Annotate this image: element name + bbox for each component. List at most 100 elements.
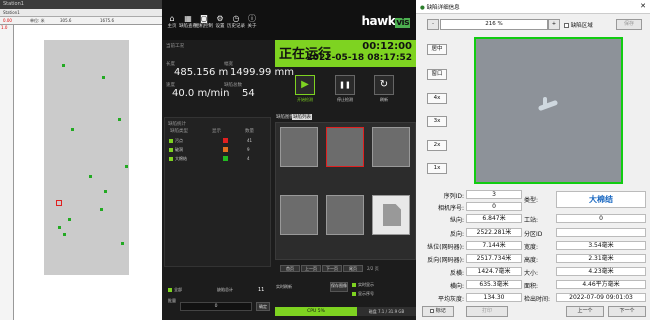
zoom-center-button[interactable]: 居中 bbox=[427, 44, 447, 55]
start-label: 开始检测 bbox=[297, 97, 313, 102]
map-tab[interactable]: Station1 bbox=[0, 9, 162, 17]
field-value: 0 bbox=[466, 202, 522, 211]
defect-thumbnail[interactable] bbox=[326, 195, 364, 235]
stop-label: 停止检测 bbox=[337, 97, 353, 102]
color-swatch[interactable] bbox=[223, 156, 228, 161]
defect-marker[interactable] bbox=[121, 242, 124, 245]
save-button[interactable]: 保存 bbox=[616, 19, 642, 30]
checkbox[interactable] bbox=[169, 139, 173, 143]
stats-row[interactable]: 破洞 bbox=[169, 147, 183, 153]
defects-value: 54 bbox=[242, 88, 255, 99]
zoom-field[interactable]: 216 % bbox=[440, 19, 548, 30]
option-live[interactable]: 实时显示 bbox=[352, 282, 374, 288]
defect-marker[interactable] bbox=[89, 175, 92, 178]
stats-header-count: 数量 bbox=[245, 129, 254, 134]
speed-value: 40.0 m/min bbox=[172, 88, 230, 99]
batch-input[interactable]: 0 bbox=[180, 302, 252, 311]
defect-marker[interactable] bbox=[58, 226, 61, 229]
defect-area-check[interactable]: 缺陷区域 bbox=[564, 21, 593, 29]
field-value: 2.31毫米 bbox=[556, 254, 646, 263]
defect-marker[interactable] bbox=[118, 118, 121, 121]
field-label: 纵位(网码器): bbox=[427, 244, 464, 251]
print-button[interactable]: 打印 bbox=[466, 306, 508, 317]
map-plot-area[interactable] bbox=[14, 25, 162, 320]
defect-marker[interactable] bbox=[62, 64, 65, 67]
field-label: 平均灰度: bbox=[437, 296, 464, 303]
zoom-2x-button[interactable]: 2x bbox=[427, 140, 447, 151]
defect-marker[interactable] bbox=[100, 208, 103, 211]
defect-marker[interactable] bbox=[104, 190, 107, 193]
map-ruler: 0.00 单位: 米 305.6 1675.6 bbox=[0, 17, 162, 25]
auto-refresh-label: 实时刷新 bbox=[276, 284, 292, 289]
field-label: 工站: bbox=[524, 217, 539, 224]
app-icon: ● bbox=[420, 5, 425, 11]
defect-image[interactable] bbox=[474, 37, 623, 184]
tab-defect-list[interactable]: 缺陷列表 bbox=[292, 114, 312, 120]
zoom-3x-button[interactable]: 3x bbox=[427, 116, 447, 127]
field-value bbox=[556, 228, 646, 237]
mark-checkbox[interactable] bbox=[430, 308, 435, 313]
placeholder-thumbnail[interactable] bbox=[372, 195, 410, 235]
color-swatch[interactable] bbox=[223, 147, 228, 152]
cpu-usage: CPU 5% bbox=[275, 307, 357, 316]
start-button[interactable]: ▶ bbox=[295, 75, 315, 95]
nav-about[interactable]: ⓘ 关于 bbox=[243, 14, 261, 29]
dialog-title: 缺陷详细信息 bbox=[426, 5, 460, 11]
defect-thumbnail[interactable] bbox=[280, 195, 318, 235]
defect-marker[interactable] bbox=[125, 165, 128, 168]
zoom-4x-button[interactable]: 4x bbox=[427, 93, 447, 104]
stats-title: 缺陷统计 bbox=[168, 122, 186, 127]
defect-marker[interactable] bbox=[71, 128, 74, 131]
stop-button[interactable]: ❚❚ bbox=[335, 75, 355, 95]
document-icon bbox=[383, 204, 401, 226]
show-all-check[interactable]: 全部 bbox=[168, 287, 182, 293]
defect-thumbnail[interactable] bbox=[326, 127, 364, 167]
prev-defect-button[interactable]: 上一个 bbox=[566, 306, 604, 317]
option-show-index[interactable]: 显示序号 bbox=[352, 291, 374, 297]
zoom-window-button[interactable]: 窗口 bbox=[427, 69, 447, 80]
selected-defect-marker[interactable] bbox=[56, 200, 62, 206]
field-label: 反横: bbox=[449, 270, 464, 277]
defect-marker[interactable] bbox=[63, 233, 66, 236]
last-page-button[interactable]: 尾页 bbox=[343, 265, 363, 272]
defect-blob bbox=[537, 99, 559, 112]
next-defect-button[interactable]: 下一个 bbox=[608, 306, 646, 317]
map-window-title: Station1 bbox=[0, 0, 162, 9]
mark-button[interactable]: 标记 bbox=[422, 306, 454, 317]
info-icon: ⓘ bbox=[248, 14, 256, 23]
defects-label: 缺陷总数 bbox=[224, 83, 242, 88]
y-label: 1.0 bbox=[1, 25, 8, 30]
next-page-button[interactable]: 下一页 bbox=[322, 265, 342, 272]
ruler-mid: 305.6 bbox=[60, 18, 72, 23]
ruler-unit: 单位: 米 bbox=[30, 18, 45, 23]
field-label: 纵向: bbox=[449, 217, 464, 224]
section-title: 当前工况 bbox=[166, 44, 184, 49]
color-swatch[interactable] bbox=[223, 138, 228, 143]
checkbox[interactable] bbox=[169, 148, 173, 152]
zoom-1x-button[interactable]: 1x bbox=[427, 163, 447, 174]
stats-count: 9 bbox=[247, 147, 250, 152]
field-value: 7.144米 bbox=[466, 241, 522, 250]
zoom-in-button[interactable]: + bbox=[548, 19, 560, 30]
field-label: 分区ID bbox=[524, 231, 543, 238]
field-value: 4.23毫米 bbox=[556, 267, 646, 276]
checkbox[interactable] bbox=[169, 157, 173, 161]
defect-marker[interactable] bbox=[102, 76, 105, 79]
play-icon: ▶ bbox=[301, 79, 309, 90]
zoom-out-button[interactable]: - bbox=[427, 19, 439, 30]
width-value: 1499.99 mm bbox=[230, 67, 295, 78]
first-page-button[interactable]: 首页 bbox=[280, 265, 300, 272]
defect-thumbnail[interactable] bbox=[372, 127, 410, 167]
ruler-start: 0.00 bbox=[3, 18, 12, 23]
page-indicator: 2/2 页 bbox=[367, 266, 379, 271]
prev-page-button[interactable]: 上一页 bbox=[301, 265, 321, 272]
close-icon[interactable]: ✕ bbox=[640, 2, 646, 10]
save-images-button[interactable]: 保存图像 bbox=[330, 282, 348, 292]
stats-row[interactable]: 污点 bbox=[169, 138, 183, 144]
confirm-button[interactable]: 确定 bbox=[256, 302, 270, 311]
type-value: 大棉结 bbox=[556, 191, 646, 208]
stats-row[interactable]: 大棉结 bbox=[169, 156, 187, 162]
defect-thumbnail[interactable] bbox=[280, 127, 318, 167]
defect-marker[interactable] bbox=[68, 218, 71, 221]
refresh-button[interactable]: ↻ bbox=[374, 75, 394, 95]
